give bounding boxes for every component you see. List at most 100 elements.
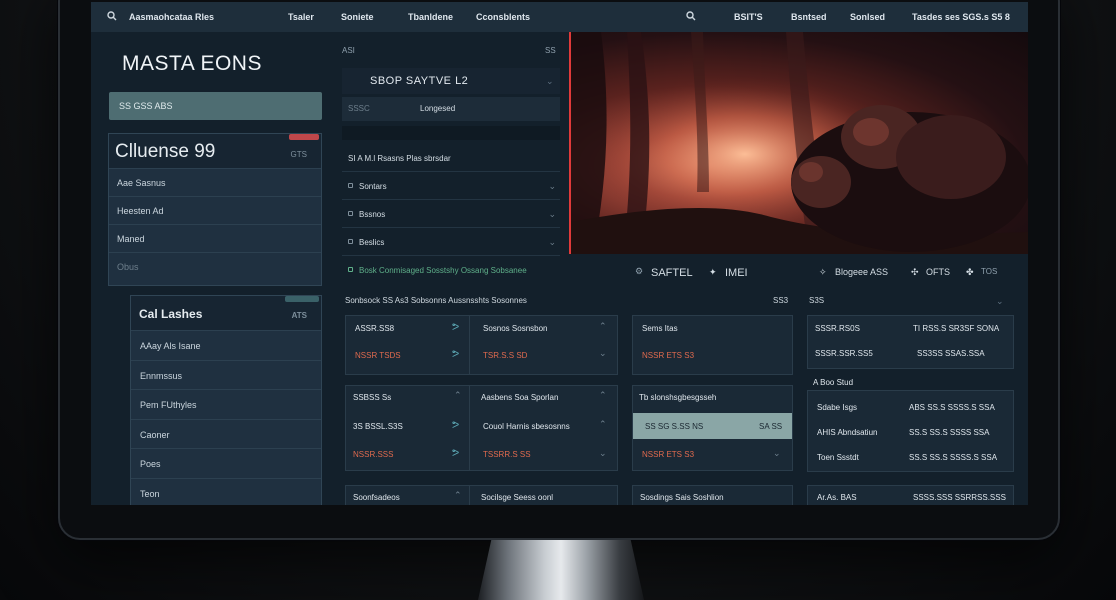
divider [469, 485, 470, 505]
link-icon[interactable]: ᕗ [452, 420, 459, 431]
nav-item-tsaler[interactable]: Tsaler [288, 12, 314, 22]
panel-tag: ATS [291, 311, 307, 320]
table-cell: Ar.As. BAS [817, 493, 857, 502]
chevron-up-icon[interactable]: ⌃ [599, 321, 607, 332]
table-cell: SSBSS Ss [353, 393, 392, 402]
status-marker [289, 134, 319, 140]
link-icon[interactable]: ᕗ [452, 322, 459, 333]
nav-item-bsntsed[interactable]: Bsntsed [791, 12, 827, 22]
list-item[interactable]: Heesten Ad [109, 196, 321, 224]
table-cell: Sdabe Isgs [817, 403, 858, 412]
table-cell: SS SG S.SS NS [645, 422, 704, 431]
pin-icon[interactable]: ✦ [709, 267, 717, 278]
app-title: Aasmaohcataa Rles [129, 12, 215, 22]
middle-column: ASI SS SBOP SAYTVE L2 ⌄ SSSC Longesed SI… [338, 36, 568, 296]
table-cell: NSSR ETS S3 [642, 450, 695, 459]
panel-clluense: Clluense 99 GTS Aae Sasnus Heesten Ad Ma… [108, 133, 322, 286]
list-item[interactable]: Bssnos ⌄ [342, 201, 560, 228]
app-screen: Aasmaohcataa Rles Tsaler Soniete Tbanlde… [91, 2, 1028, 505]
sparkle-icon: ⚙ [635, 266, 644, 276]
list-item[interactable]: Obus [109, 252, 321, 280]
chevron-down-icon[interactable]: ⌄ [773, 448, 781, 459]
chevron-up-icon[interactable]: ⌃ [599, 419, 607, 430]
table-cell: SS.S SS.S SSSS SSA [909, 428, 990, 437]
brand-title: MASTA EONS [122, 52, 262, 75]
chevron-down-icon: ⌄ [545, 76, 554, 86]
middle-subheader[interactable]: SSSC Longesed [342, 97, 560, 121]
table-cell: Sems Itas [642, 324, 678, 333]
tool-icon[interactable]: ✣ [911, 267, 919, 278]
chevron-up-icon[interactable]: ⌃ [454, 490, 462, 501]
divider [342, 126, 560, 140]
table-cell: NSSR TSDS [355, 351, 401, 360]
panel-cal-lashes: Cal Lashes ATS AAay Als Isane Ennmssus P… [130, 295, 322, 505]
table-cell: SS3SS SSAS.SSA [917, 349, 985, 358]
table-cell: Sosnos Sosnsbon [483, 324, 548, 333]
selected-row[interactable]: SS SG S.SS NS SA SS [633, 413, 792, 439]
tool-icon[interactable]: ✧ [819, 267, 827, 278]
panel-header: Clluense 99 GTS [109, 134, 321, 168]
checkbox-icon[interactable] [348, 267, 353, 272]
list-header-text: SI A M.l Rsasns Plas sbrsdar [348, 154, 451, 163]
table-cell: TSR.S.S SD [483, 351, 528, 360]
checkbox-icon[interactable] [348, 239, 353, 244]
table-cell: Aasbens Soa Sporlan [481, 393, 559, 402]
list-item[interactable]: Beslics ⌄ [342, 229, 560, 256]
list-item[interactable]: Aae Sasnus [109, 168, 321, 196]
nav-item-sonlsed[interactable]: Sonlsed [850, 12, 885, 22]
list-item-label: Sontars [359, 182, 387, 191]
divider [469, 385, 470, 471]
nav-item-soniete[interactable]: Soniete [341, 12, 374, 22]
list-item[interactable]: Ennmssus [131, 359, 321, 390]
chevron-down-icon[interactable]: ⌄ [996, 296, 1004, 307]
chevron-down-icon: ⌄ [548, 237, 556, 247]
list-item[interactable]: Sontars ⌄ [342, 173, 560, 200]
checkbox-icon[interactable] [348, 183, 353, 188]
list-item[interactable]: AAay Als Isane [131, 330, 321, 360]
middle-title: SBOP SAYTVE L2 [370, 75, 469, 87]
table-cell: TI RSS.S SR3SF SONA [913, 324, 1000, 333]
table-cell: ASSR.SS8 [355, 324, 395, 333]
table-cell: TSSRR.S SS [483, 450, 531, 459]
link-icon[interactable]: ᕗ [452, 448, 459, 459]
table-cell: NSSR ETS S3 [642, 351, 695, 360]
nav-item-cconsblents[interactable]: Cconsblents [476, 12, 530, 22]
nav-item-tbanldene[interactable]: Tbanldene [408, 12, 453, 22]
table-cell: Tb slonshsgbesgsseh [639, 393, 717, 402]
chevron-down-icon: ⌄ [548, 209, 556, 219]
search-icon[interactable] [107, 11, 117, 21]
checkbox-icon[interactable] [348, 211, 353, 216]
table-cell: SA SS [759, 422, 783, 431]
list-item-label: Beslics [359, 238, 385, 247]
list-item[interactable]: Poes [131, 448, 321, 478]
nav-item-tasdes[interactable]: Tasdes ses SGS.s S5 8 [912, 12, 1010, 22]
table-cell: ABS SS.S SSSS.S SSA [909, 403, 995, 412]
panel-tag: GTS [290, 150, 307, 159]
monitor-stand [478, 540, 644, 600]
list-item[interactable]: Pem FUthyles [131, 389, 321, 419]
chevron-up-icon[interactable]: ⌃ [599, 390, 607, 401]
hero-image[interactable] [571, 32, 1028, 254]
search-icon-right[interactable] [686, 11, 696, 21]
primary-action-button[interactable]: SS GSS ABS [109, 92, 322, 120]
table-cell: SSSR.SSR.SS5 [815, 349, 873, 358]
section-tag: ASI [342, 46, 355, 55]
chevron-down-icon[interactable]: ⌄ [599, 348, 607, 359]
middle-title-dropdown[interactable]: SBOP SAYTVE L2 ⌄ [342, 68, 560, 94]
chevron-up-icon[interactable]: ⌃ [454, 390, 462, 401]
nav-item-bsits[interactable]: BSIT'S [734, 12, 763, 22]
caption-label: SAFTEL [651, 267, 693, 279]
list-item[interactable]: Bosk Conmisaged Sosstshy Ossang Sobsanee [342, 257, 560, 284]
table-cell: NSSR.SSS [353, 450, 394, 459]
tool-icon[interactable]: ✤ [966, 267, 974, 278]
status-marker [285, 296, 319, 302]
list-item[interactable]: Teon [131, 477, 321, 506]
chevron-down-icon: ⌄ [548, 181, 556, 191]
caption-label: Blogeee ASS [835, 267, 889, 277]
chevron-down-icon[interactable]: ⌄ [599, 448, 607, 459]
list-item[interactable]: Caoner [131, 418, 321, 449]
list-item[interactable]: Maned [109, 224, 321, 252]
top-bar: Aasmaohcataa Rles Tsaler Soniete Tbanlde… [91, 2, 1028, 32]
link-icon[interactable]: ᕗ [452, 349, 459, 360]
table-cell: SSSR.RS0S [815, 324, 860, 333]
